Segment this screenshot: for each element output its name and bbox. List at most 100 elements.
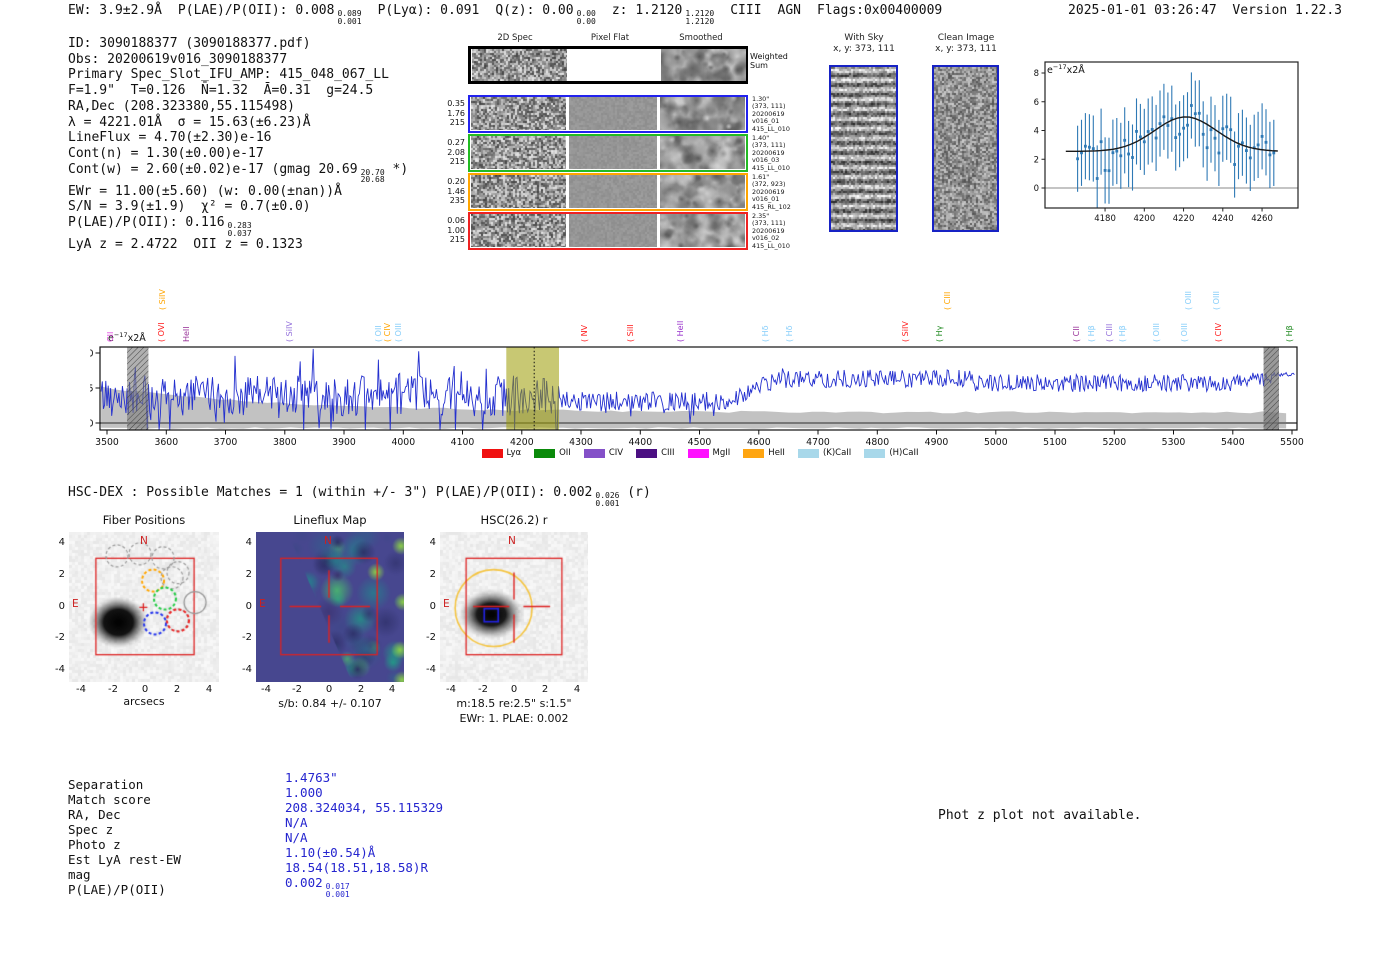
withsky-image xyxy=(829,65,898,232)
svg-text:2: 2 xyxy=(1034,155,1039,165)
spec2d-col-header-1: 2D Spec xyxy=(497,33,533,43)
x-tick-label: -2 xyxy=(108,684,118,695)
info-line-5: λ = 4221.01Å σ = 15.63(±6.23)Å xyxy=(68,114,311,130)
y-tick-label: 0 xyxy=(245,601,252,612)
legend-label: Lyα xyxy=(506,448,522,458)
clean-coords: x, y: 373, 111 xyxy=(935,44,997,54)
info-line-9: EWr = 11.00(±5.60) (w: 0.00(±nan))Å xyxy=(68,183,342,199)
x-tick-label: 0 xyxy=(141,684,149,695)
table-row-value: 0.002 0.017 0.001 xyxy=(285,875,350,899)
full-spectrum-plot: 3500 3600 3700 3800 3900 4000 4100 4200 4300 4400… xyxy=(90,346,1304,448)
spec2d-row-left-labels: 0.20 1.46 235 xyxy=(447,177,465,206)
table-row-value: 1.4763" xyxy=(285,770,338,785)
spec2d-row xyxy=(468,134,748,172)
svg-text:4600: 4600 xyxy=(747,437,771,448)
y-tick-label: -2 xyxy=(55,632,65,643)
table-row-value: 1.10(±0.54)Å xyxy=(285,845,376,860)
emission-line-label: ( Hβ xyxy=(1285,325,1294,342)
emission-line-label: ( OIII xyxy=(1184,290,1193,310)
info-line-0: ID: 3090188377 (3090188377.pdf) xyxy=(68,36,311,51)
svg-text:5100: 5100 xyxy=(1043,437,1067,448)
svg-text:3500: 3500 xyxy=(95,437,119,448)
svg-text:4220: 4220 xyxy=(1173,214,1195,224)
svg-text:5200: 5200 xyxy=(1102,437,1126,448)
spec2d-row xyxy=(468,46,748,84)
table-row-value: 18.54(18.51,18.58)R xyxy=(285,860,428,875)
emission-line-label: HeII xyxy=(182,326,191,342)
hsc-caption-2: EWr: 1. PLAE: 0.002 xyxy=(459,712,569,725)
spec2d-row1-spec xyxy=(471,97,566,130)
emission-line-label: ( SiIV xyxy=(158,289,167,310)
spec2d-row1-flat xyxy=(569,97,657,130)
emission-line-label: ( SiII xyxy=(626,324,635,342)
legend-item: HeII xyxy=(743,448,785,458)
emission-line-label: ( CIII xyxy=(943,291,952,310)
detection-info-block: ID: 3090188377 (3090188377.pdf) Obs: 2020… xyxy=(68,36,408,253)
x-tick-label: 2 xyxy=(541,684,549,695)
svg-text:4180: 4180 xyxy=(1094,214,1116,224)
y-tick-label: 0 xyxy=(58,601,65,612)
fiber-east-label: E xyxy=(72,598,79,610)
x-tick-label: 4 xyxy=(573,684,581,695)
emission-line-label: ( OIII xyxy=(394,322,403,342)
svg-text:4700: 4700 xyxy=(806,437,830,448)
legend-swatch xyxy=(687,448,709,458)
svg-text:5400: 5400 xyxy=(1221,437,1245,448)
info-line-10: S/N = 3.9(±1.9) χ² = 0.7(±0.0) xyxy=(68,199,311,215)
svg-text:4800: 4800 xyxy=(865,437,889,448)
svg-text:0: 0 xyxy=(1034,184,1039,194)
legend-label: CIV xyxy=(608,448,624,458)
svg-text:4240: 4240 xyxy=(1212,214,1234,224)
fiber-panel-title: Fiber Positions xyxy=(102,513,186,527)
emission-line-label: ( SiIV xyxy=(901,321,910,342)
emission-line-label: ( OVI xyxy=(157,322,166,342)
x-tick-label: 4 xyxy=(205,684,213,695)
legend-label: (H)CaII xyxy=(889,448,919,458)
y-tick-label: 4 xyxy=(245,537,252,548)
legend-item: CIV xyxy=(583,448,624,458)
header-flags: Flags:0x00400009 xyxy=(817,3,943,18)
y-tick-label: -2 xyxy=(426,632,436,643)
y-tick-label: 4 xyxy=(58,537,65,548)
spec2d-row-right-labels: Weighted Sum xyxy=(750,52,788,70)
lineflux-xaxis-label: s/b: 0.84 +/- 0.107 xyxy=(278,697,382,710)
withsky-coords: x, y: 373, 111 xyxy=(833,44,895,54)
header-plya: P(Lyα): 0.091 xyxy=(377,3,480,18)
svg-text:4900: 4900 xyxy=(925,437,949,448)
emission-line-label: ( CIV xyxy=(1214,322,1223,342)
emission-line-label: ( NV xyxy=(580,324,589,342)
hsc-caption-1: m:18.5 re:2.5" s:1.5" xyxy=(456,697,572,710)
info-line-7: Cont(n) = 1.30(±0.00)e-17 xyxy=(68,145,264,161)
svg-text:4200: 4200 xyxy=(1133,214,1155,224)
elixer-report-page: { "meta": {"datetime":"2025-01-01 03:26:… xyxy=(0,0,1400,953)
legend-swatch xyxy=(636,448,658,458)
header-plae: P(LAE)/P(OII): 0.008 0.089 0.001 xyxy=(177,3,362,26)
emission-line-label: ( Hβ xyxy=(1087,325,1096,342)
svg-text:4200: 4200 xyxy=(510,437,534,448)
catalog-match-table: Separation 1.4763" Match score 1.000 RA, Dec… xyxy=(68,770,488,900)
svg-text:4000: 4000 xyxy=(391,437,415,448)
svg-text:4260: 4260 xyxy=(1251,214,1273,224)
legend-item: Lyα xyxy=(481,448,522,458)
table-row-label: mag xyxy=(68,867,91,882)
hsc-cutout-image xyxy=(440,532,588,682)
spec2d-row-right-labels: 1.30" (373, 111) 20200619 v016_01 415_LL_010 xyxy=(752,95,790,133)
spec2d-row3-spec xyxy=(471,175,566,208)
header-summary-line: EW: 3.9±2.9Å P(LAE)/P(OII): 0.008 0.089 0.… xyxy=(68,3,942,25)
x-tick-label: 0 xyxy=(510,684,518,695)
svg-text:5000: 5000 xyxy=(984,437,1008,448)
legend-label: CIII xyxy=(661,448,675,458)
spec2d-row1-smooth xyxy=(660,97,745,130)
spec2d-row2-smooth xyxy=(660,136,745,169)
svg-text:4300: 4300 xyxy=(569,437,593,448)
clean-image xyxy=(932,65,999,232)
y-tick-label: 2 xyxy=(245,569,252,580)
info-line-3: F=1.9" T=0.126 N̄=1.32 Ā=0.31 g=24.5 xyxy=(68,83,374,99)
svg-text:4500: 4500 xyxy=(688,437,712,448)
info-line-11: P(LAE)/P(OII): 0.116 0.283 0.037 xyxy=(68,215,252,238)
legend-item: CIII xyxy=(636,448,675,458)
y-tick-label: -2 xyxy=(242,632,252,643)
info-line-2: Primary Spec_Slot_IFU_AMP: 415_048_067_L… xyxy=(68,67,389,83)
svg-text:3600: 3600 xyxy=(154,437,178,448)
svg-text:3800: 3800 xyxy=(273,437,297,448)
